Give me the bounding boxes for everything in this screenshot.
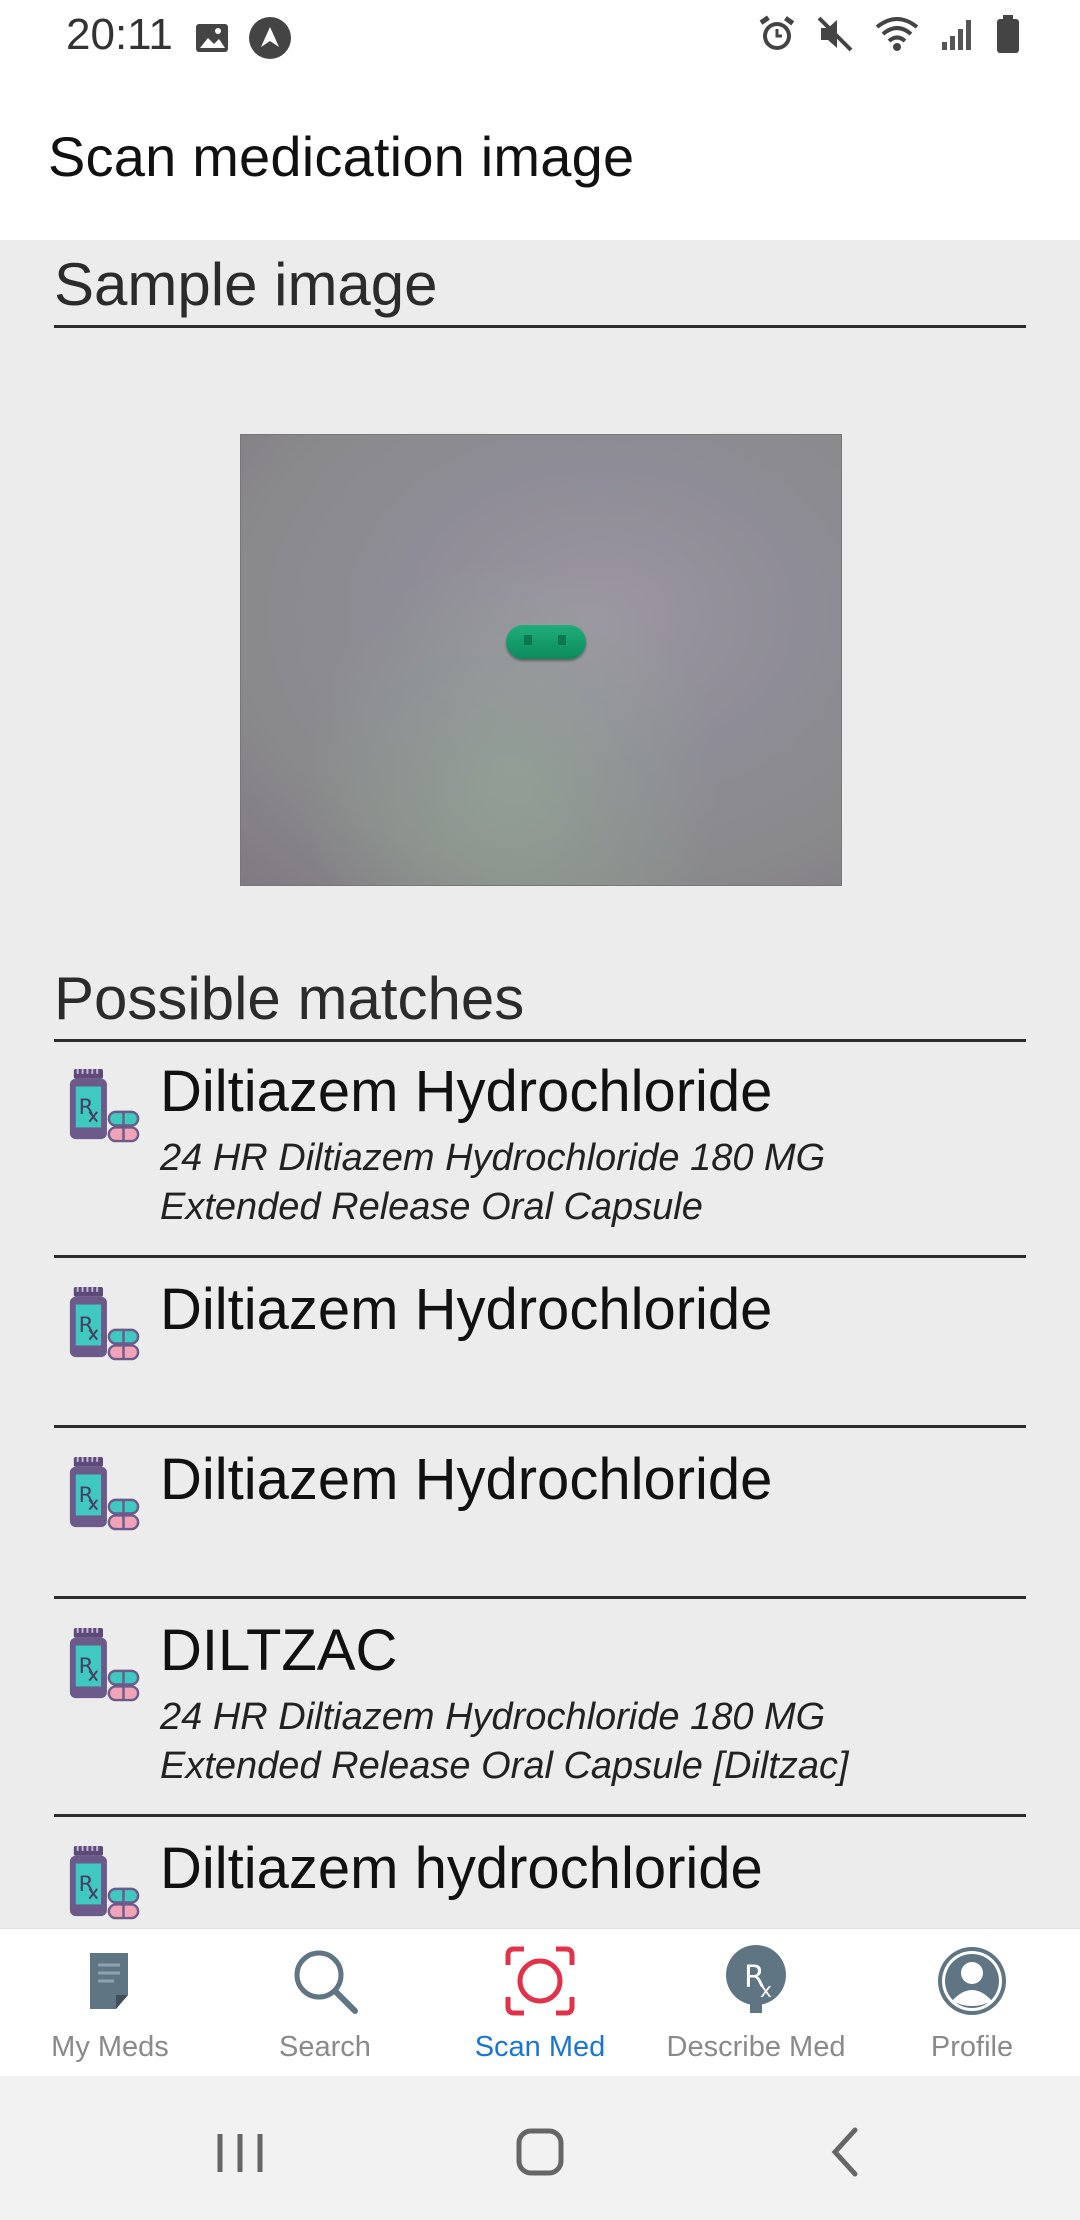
capsule-photo (506, 625, 586, 659)
match-description: 24 HR Diltiazem Hydrochloride 180 MG Ext… (160, 1693, 1020, 1791)
match-description-line1: 24 HR Diltiazem Hydrochloride 180 MG (160, 1137, 826, 1179)
match-name: Diltiazem hydrochloride (160, 1836, 763, 1901)
list-item[interactable]: Diltiazem Hydrochloride (54, 1258, 1026, 1428)
possible-matches-heading: Possible matches (54, 964, 1026, 1042)
nav-scan-med[interactable]: Scan Med (432, 1929, 648, 2077)
sample-image-heading: Sample image (54, 250, 1026, 328)
nav-describe-med[interactable]: Rx Describe Med (648, 1929, 864, 2077)
nav-search[interactable]: Search (217, 1929, 433, 2077)
list-item[interactable]: DILTZAC 24 HR Diltiazem Hydrochloride 18… (54, 1599, 1026, 1817)
svg-text:x: x (760, 1978, 772, 2002)
battery-icon (996, 14, 1020, 54)
nav-profile[interactable]: Profile (864, 1929, 1080, 2077)
match-description-line2: Extended Release Oral Capsule (160, 1186, 703, 1228)
recent-apps-icon[interactable] (200, 2112, 280, 2192)
wifi-icon (874, 15, 920, 53)
status-bar: 20:11 (0, 0, 1080, 72)
match-name: DILTZAC (160, 1618, 398, 1683)
image-icon (194, 20, 230, 56)
match-description: 24 HR Diltiazem Hydrochloride 180 MG Ext… (160, 1134, 1020, 1232)
scan-icon (502, 1943, 578, 2019)
page-title: Scan medication image (48, 125, 635, 188)
rx-icon: Rx (718, 1943, 794, 2019)
scroll-content[interactable]: Sample image Possible matches Diltiazem … (0, 240, 1080, 1928)
home-icon[interactable] (500, 2112, 580, 2192)
mute-icon (816, 15, 854, 53)
medication-bottle-icon (66, 1843, 142, 1923)
match-name: Diltiazem Hydrochloride (160, 1059, 773, 1124)
system-navigation-bar (0, 2076, 1080, 2220)
notepad-icon (72, 1943, 148, 2019)
sample-image (240, 434, 842, 886)
match-name: Diltiazem Hydrochloride (160, 1447, 773, 1512)
profile-icon (934, 1943, 1010, 2019)
match-name: Diltiazem Hydrochloride (160, 1277, 773, 1342)
medication-bottle-icon (66, 1454, 142, 1534)
match-description-line1: 24 HR Diltiazem Hydrochloride 180 MG (160, 1696, 826, 1738)
signal-icon (940, 16, 976, 52)
medication-bottle-icon (66, 1284, 142, 1364)
matches-list: Diltiazem Hydrochloride 24 HR Diltiazem … (54, 1040, 1026, 1928)
medication-bottle-icon (66, 1625, 142, 1705)
bottom-navigation: My Meds Search Scan Med Rx Describe Med … (0, 1928, 1080, 2077)
nav-label: Describe Med (666, 2031, 846, 2063)
nav-label: My Meds (51, 2031, 169, 2063)
search-icon (287, 1943, 363, 2019)
nav-label: Scan Med (474, 2031, 606, 2063)
list-item[interactable]: Diltiazem Hydrochloride 24 HR Diltiazem … (54, 1040, 1026, 1258)
list-item[interactable]: Diltiazem hydrochloride (54, 1817, 1026, 1928)
nav-my-meds[interactable]: My Meds (2, 1929, 218, 2077)
nav-label: Search (279, 2031, 371, 2063)
alarm-icon (758, 14, 796, 54)
medication-bottle-icon (66, 1066, 142, 1146)
status-time: 20:11 (66, 10, 173, 59)
match-description-line2: Extended Release Oral Capsule [Diltzac] (160, 1745, 849, 1787)
list-item[interactable]: Diltiazem Hydrochloride (54, 1428, 1026, 1599)
app-bar: Scan medication image (0, 72, 1080, 240)
back-icon[interactable] (805, 2112, 885, 2192)
navigation-app-icon (248, 16, 292, 60)
nav-label: Profile (930, 2031, 1014, 2063)
